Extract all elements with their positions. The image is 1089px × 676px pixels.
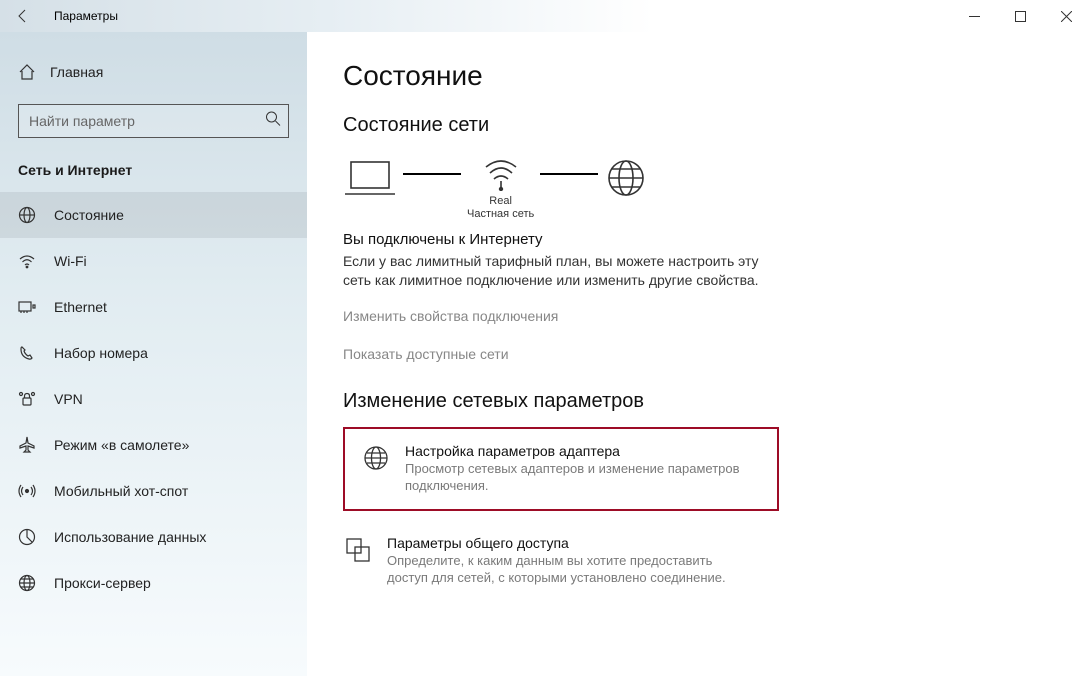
globe-icon bbox=[604, 158, 648, 198]
maximize-button[interactable] bbox=[997, 0, 1043, 32]
tile-sharing-options[interactable]: Параметры общего доступа Определите, к к… bbox=[343, 529, 773, 593]
network-type: Частная сеть bbox=[467, 208, 534, 220]
connected-title: Вы подключены к Интернету bbox=[343, 231, 1053, 248]
tile-desc: Просмотр сетевых адаптеров и изменение п… bbox=[405, 461, 759, 495]
sidebar-item-label: Wi-Fi bbox=[54, 253, 87, 269]
tile-title: Настройка параметров адаптера bbox=[405, 443, 759, 459]
hotspot-icon bbox=[18, 482, 36, 500]
titlebar: Параметры bbox=[0, 0, 1089, 32]
search-input[interactable] bbox=[18, 104, 289, 138]
sidebar-item-label: Ethernet bbox=[54, 299, 107, 315]
sidebar-item-label: VPN bbox=[54, 391, 83, 407]
sidebar-item-datausage[interactable]: Использование данных bbox=[0, 514, 307, 560]
sidebar-item-label: Мобильный хот-спот bbox=[54, 483, 188, 499]
ethernet-icon bbox=[18, 298, 36, 316]
network-diagram: RealЧастная сеть bbox=[343, 151, 1053, 221]
sidebar-item-label: Прокси-сервер bbox=[54, 575, 151, 591]
home-icon bbox=[18, 63, 36, 81]
data-usage-icon bbox=[18, 528, 36, 546]
home-link[interactable]: Главная bbox=[0, 52, 307, 92]
tile-desc: Определите, к каким данным вы хотите пре… bbox=[387, 553, 747, 587]
back-button[interactable] bbox=[0, 0, 46, 32]
minimize-button[interactable] bbox=[951, 0, 997, 32]
sidebar-item-ethernet[interactable]: Ethernet bbox=[0, 284, 307, 330]
sidebar-item-dialup[interactable]: Набор номера bbox=[0, 330, 307, 376]
sidebar-item-airplane[interactable]: Режим «в самолете» bbox=[0, 422, 307, 468]
airplane-icon bbox=[18, 436, 36, 454]
link-show-networks[interactable]: Показать доступные сети bbox=[343, 346, 1053, 362]
sidebar-item-proxy[interactable]: Прокси-сервер bbox=[0, 560, 307, 606]
section-status-heading: Состояние сети bbox=[343, 114, 1053, 137]
sidebar-item-vpn[interactable]: VPN bbox=[0, 376, 307, 422]
sidebar-item-wifi[interactable]: Wi-Fi bbox=[0, 238, 307, 284]
main-content: Состояние Состояние сети RealЧастная сет… bbox=[307, 32, 1089, 676]
search-icon bbox=[265, 111, 281, 132]
category-label: Сеть и Интернет bbox=[0, 154, 307, 192]
close-button[interactable] bbox=[1043, 0, 1089, 32]
sidebar-item-label: Использование данных bbox=[54, 529, 206, 545]
sidebar-item-status[interactable]: Состояние bbox=[0, 192, 307, 238]
laptop-icon bbox=[343, 158, 397, 198]
sharing-icon bbox=[345, 537, 371, 587]
link-change-properties[interactable]: Изменить свойства подключения bbox=[343, 308, 1053, 324]
sidebar-item-label: Состояние bbox=[54, 207, 124, 223]
tile-title: Параметры общего доступа bbox=[387, 535, 747, 551]
sidebar: Главная Сеть и Интернет Состояние Wi-Fi bbox=[0, 32, 307, 676]
adapter-icon bbox=[363, 445, 389, 495]
sidebar-item-label: Набор номера bbox=[54, 345, 148, 361]
section-change-heading: Изменение сетевых параметров bbox=[343, 390, 1053, 413]
tile-adapter-options[interactable]: Настройка параметров адаптера Просмотр с… bbox=[343, 427, 779, 511]
network-name: Real bbox=[489, 195, 512, 207]
dialup-icon bbox=[18, 344, 36, 362]
sidebar-item-hotspot[interactable]: Мобильный хот-спот bbox=[0, 468, 307, 514]
proxy-icon bbox=[18, 574, 36, 592]
window-title: Параметры bbox=[54, 9, 951, 23]
router-icon bbox=[480, 151, 522, 191]
home-label: Главная bbox=[50, 64, 103, 80]
page-title: Состояние bbox=[343, 60, 1053, 92]
status-icon bbox=[18, 206, 36, 224]
wifi-icon bbox=[18, 252, 36, 270]
sidebar-item-label: Режим «в самолете» bbox=[54, 437, 189, 453]
connected-body: Если у вас лимитный тарифный план, вы мо… bbox=[343, 252, 763, 290]
vpn-icon bbox=[18, 390, 36, 408]
